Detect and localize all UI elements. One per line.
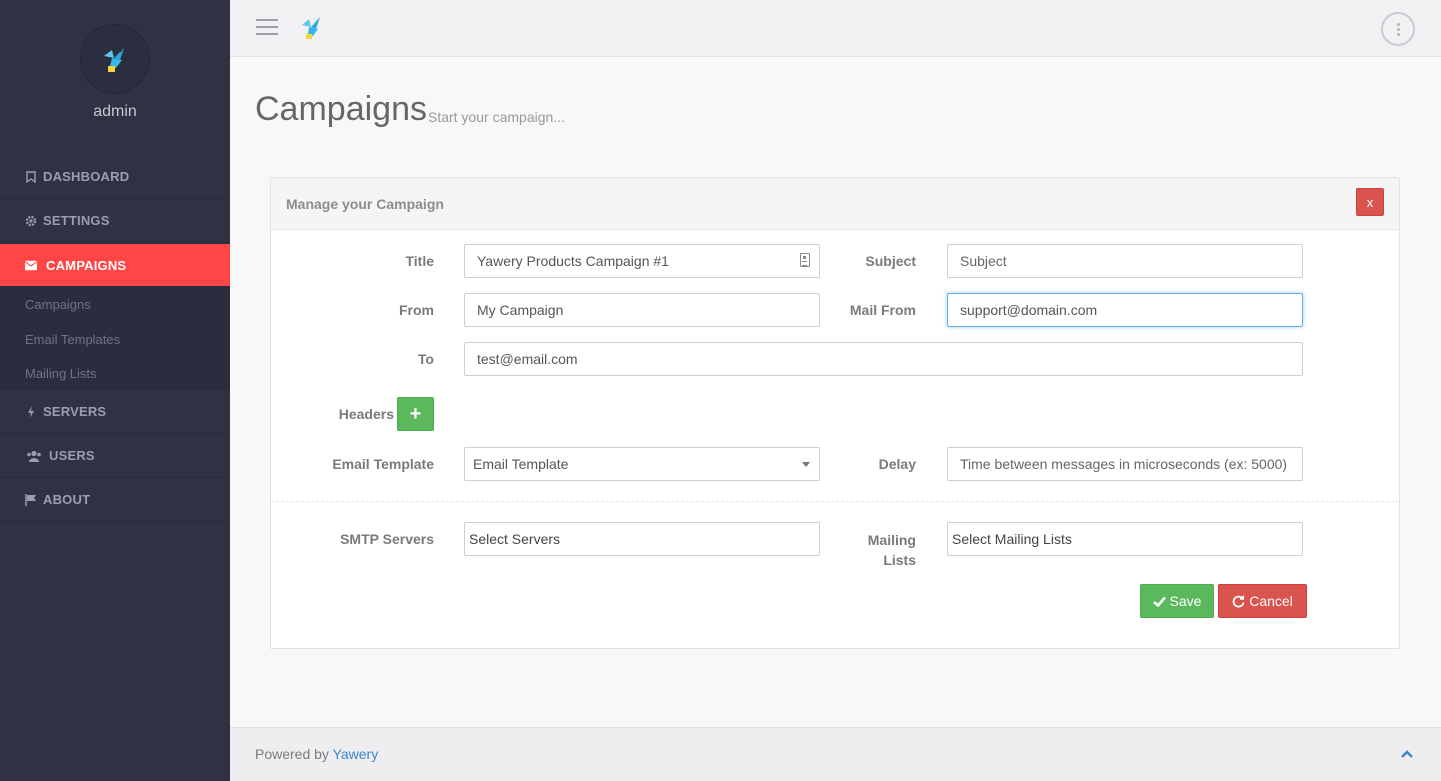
mailing-lists-label: Mailing Lists	[816, 530, 916, 570]
nav-dashboard-label: DASHBOARD	[43, 169, 130, 184]
to-label: To	[417, 351, 434, 367]
submenu-email-templates[interactable]: Email Templates	[25, 332, 120, 347]
nav-about-label: ABOUT	[43, 492, 91, 507]
email-template-label: Email Template	[332, 456, 434, 472]
title-field-wrap	[464, 244, 820, 278]
submenu-mailing-lists[interactable]: Mailing Lists	[25, 366, 97, 381]
bookmark-icon	[25, 170, 37, 183]
nav-campaigns[interactable]: CAMPAIGNS	[0, 244, 230, 286]
mailing-lists-value: Select Mailing Lists	[952, 531, 1072, 547]
save-button[interactable]: Save	[1140, 584, 1214, 618]
save-label: Save	[1169, 593, 1202, 609]
top-bar	[230, 0, 1441, 57]
email-template-value: Email Template	[473, 456, 569, 472]
page-subtitle: Start your campaign...	[428, 109, 565, 125]
mailing-lists-label-line1: Mailing	[867, 532, 916, 548]
smtp-servers-value: Select Servers	[469, 531, 561, 547]
from-input[interactable]	[464, 293, 820, 327]
nav-users[interactable]: USERS	[0, 434, 230, 478]
form-divider	[271, 501, 1399, 502]
nav-settings-label: SETTINGS	[43, 213, 110, 228]
footer-link[interactable]: Yawery	[333, 746, 379, 762]
nav-campaigns-label: CAMPAIGNS	[46, 257, 127, 273]
gear-icon	[25, 215, 37, 227]
submenu-campaigns[interactable]: Campaigns	[25, 297, 91, 312]
email-template-select[interactable]: Email Template	[464, 447, 820, 481]
campaigns-submenu: Campaigns Email Templates Mailing Lists	[0, 286, 230, 390]
bird-logo-icon	[104, 48, 124, 72]
envelope-icon	[25, 259, 37, 271]
mailing-lists-select[interactable]: Select Mailing Lists	[947, 522, 1303, 556]
mailing-lists-label-line2: Lists	[883, 552, 916, 568]
chevron-up-icon[interactable]	[1400, 747, 1414, 761]
delay-input[interactable]	[947, 447, 1303, 481]
nav-servers[interactable]: SERVERS	[0, 390, 230, 434]
check-icon	[1152, 596, 1166, 607]
smtp-servers-label: SMTP Servers	[340, 531, 434, 547]
refresh-icon	[1232, 595, 1245, 608]
bolt-icon	[25, 405, 37, 418]
sidebar: admin DASHBOARD SETTINGS CAMPAIGNS Campa…	[0, 0, 230, 781]
cancel-button[interactable]: Cancel	[1218, 584, 1307, 618]
smtp-servers-select[interactable]: Select Servers	[464, 522, 820, 556]
bird-logo-icon[interactable]	[300, 15, 324, 41]
menu-toggle-icon[interactable]	[256, 19, 278, 36]
flag-icon	[25, 493, 37, 506]
nav-users-label: USERS	[49, 448, 95, 463]
nav-dashboard[interactable]: DASHBOARD	[0, 155, 230, 199]
mail-from-label: Mail From	[849, 302, 916, 318]
footer-text: Powered by Yawery	[255, 746, 378, 762]
cancel-label: Cancel	[1249, 593, 1293, 609]
nav-about[interactable]: ABOUT	[0, 478, 230, 522]
panel-title: Manage your Campaign	[286, 196, 444, 212]
username: admin	[93, 103, 137, 120]
headers-label: Headers	[338, 406, 394, 422]
title-input[interactable]	[464, 244, 820, 278]
mail-from-input[interactable]	[947, 293, 1303, 327]
nav-settings[interactable]: SETTINGS	[0, 199, 230, 243]
delay-label: Delay	[878, 456, 916, 472]
subject-label: Subject	[865, 253, 916, 269]
caret-down-icon	[802, 462, 810, 467]
panel-header: Manage your Campaign x	[271, 178, 1399, 230]
add-header-button[interactable]: +	[397, 397, 434, 431]
from-label: From	[399, 302, 434, 318]
to-input[interactable]	[464, 342, 1303, 376]
footer: Powered by Yawery	[230, 727, 1441, 781]
close-panel-button[interactable]: x	[1356, 188, 1384, 216]
avatar[interactable]	[80, 24, 150, 94]
campaign-panel: Manage your Campaign x Title Subject Fro…	[270, 177, 1400, 649]
id-card-icon	[800, 253, 810, 267]
more-options-icon[interactable]	[1381, 12, 1415, 46]
subject-input[interactable]	[947, 244, 1303, 278]
nav-servers-label: SERVERS	[43, 404, 107, 419]
page-title: Campaigns	[255, 90, 427, 128]
users-icon	[25, 450, 43, 462]
title-label: Title	[405, 253, 434, 269]
footer-prefix: Powered by	[255, 746, 333, 762]
